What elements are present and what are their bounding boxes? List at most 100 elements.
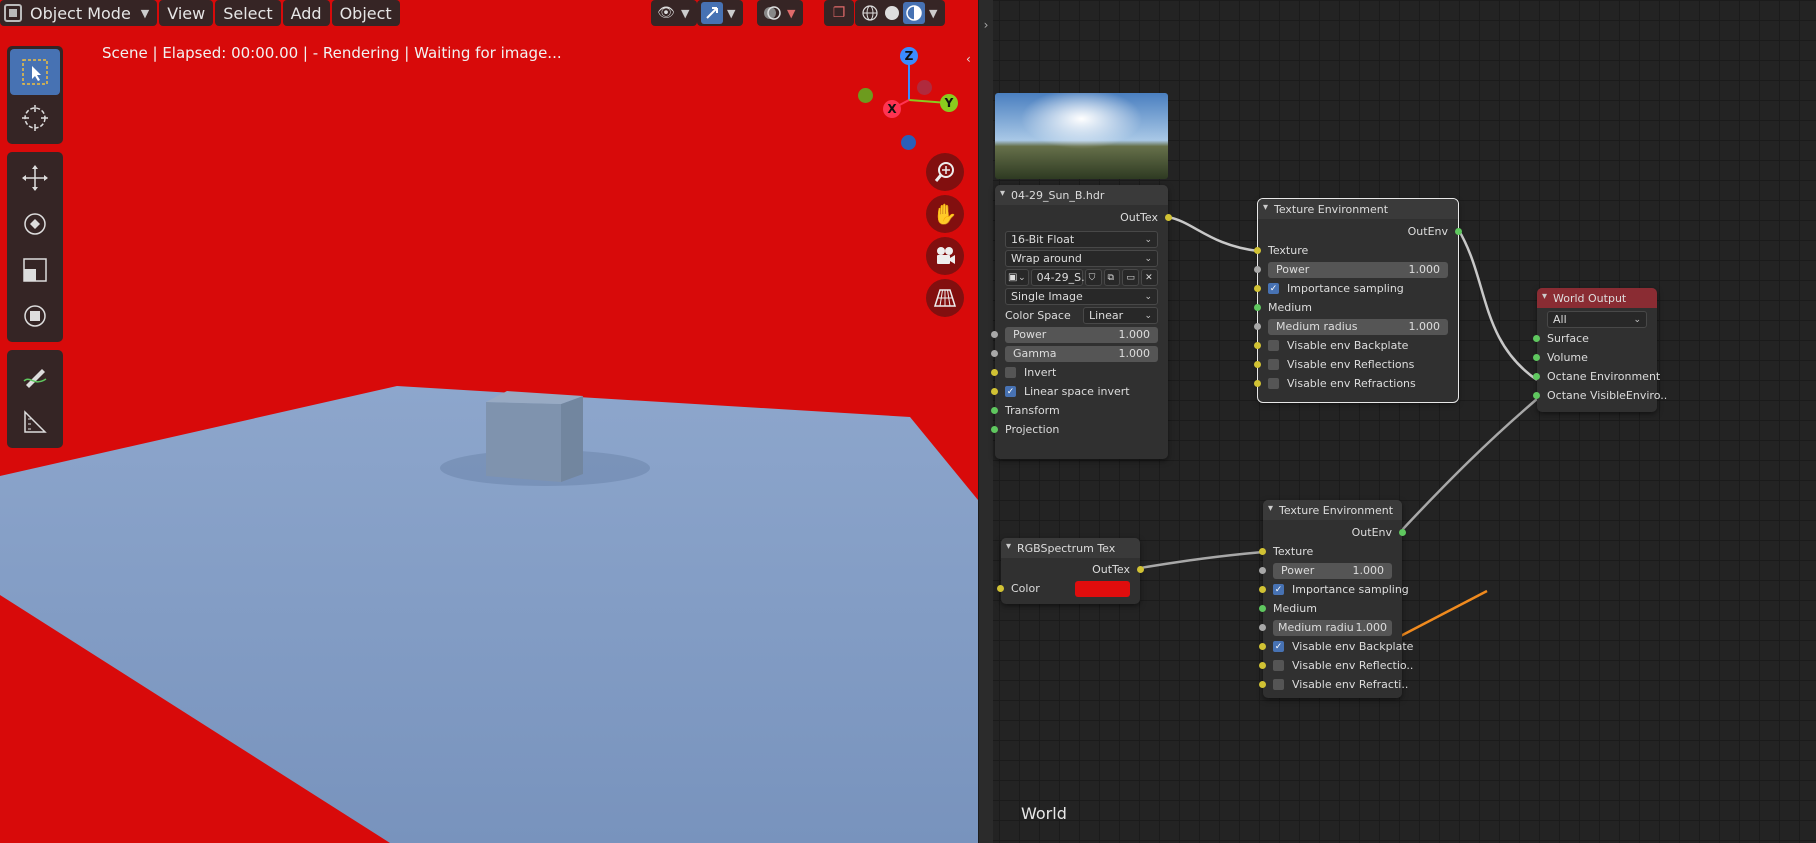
octane-visible-env-socket[interactable] <box>1533 392 1540 399</box>
medium-radius-field[interactable]: Medium radius 1.000 <box>1268 318 1448 335</box>
reflections-checkbox[interactable] <box>1268 359 1279 370</box>
power-socket[interactable] <box>1259 567 1266 574</box>
node-editor[interactable]: › ▾ 04-29_Sun_B.hdr OutTex 16-Bit Float … <box>979 0 1816 843</box>
select-box-icon[interactable] <box>10 49 60 95</box>
texture-socket[interactable] <box>1254 247 1261 254</box>
outtex-socket[interactable] <box>1137 566 1144 573</box>
gizmo-toggle-icon[interactable] <box>701 2 723 24</box>
gamma-field[interactable]: Gamma 1.000 <box>1005 345 1158 362</box>
refractions-socket[interactable] <box>1259 681 1266 688</box>
axis-neg-z-ball[interactable] <box>901 135 916 150</box>
chevron-down-icon[interactable]: ▼ <box>727 7 735 20</box>
backplate-socket[interactable] <box>1259 643 1266 650</box>
navigation-gizmo[interactable]: Z Y X <box>855 45 965 155</box>
medium-radius-socket[interactable] <box>1259 624 1266 631</box>
3d-viewport[interactable]: Scene | Elapsed: 00:00.00 | - Rendering … <box>0 0 978 843</box>
rgb-spectrum-node[interactable]: RGBSpectrum Tex OutTex Color <box>997 538 1144 604</box>
chevron-down-icon[interactable]: ▼ <box>787 7 795 20</box>
cursor-icon[interactable] <box>10 95 60 141</box>
rotate-icon[interactable] <box>10 201 60 247</box>
refractions-checkbox[interactable] <box>1273 679 1284 690</box>
sidebar-toggle-icon[interactable]: ‹ <box>966 52 978 72</box>
folder-icon[interactable]: ▭ <box>1122 269 1140 286</box>
menu-select[interactable]: Select <box>215 0 281 26</box>
axis-neg-x-ball[interactable] <box>917 80 932 95</box>
color-socket[interactable] <box>997 585 1004 592</box>
power-field[interactable]: Power 1.000 <box>1005 326 1158 343</box>
reflections-checkbox[interactable] <box>1273 660 1284 671</box>
menu-object[interactable]: Object <box>331 0 400 26</box>
menu-view[interactable]: View <box>159 0 214 26</box>
close-icon[interactable]: ✕ <box>1141 269 1158 286</box>
annotate-icon[interactable] <box>10 353 60 399</box>
node-title[interactable]: RGBSpectrum Tex <box>1001 538 1140 558</box>
node-title[interactable]: Texture Environment <box>1258 199 1458 219</box>
importance-checkbox[interactable]: ✓ <box>1273 584 1284 595</box>
wrap-mode-select[interactable]: Wrap around ⌄ <box>1005 250 1158 267</box>
texture-environment-node-1[interactable]: Texture Environment OutEnv Texture Power… <box>1254 198 1462 403</box>
backplate-socket[interactable] <box>1254 342 1261 349</box>
image-source-select[interactable]: Single Image ⌄ <box>1005 288 1158 305</box>
image-name-field[interactable]: 04-29_S.. <box>1030 269 1088 286</box>
chevron-down-icon[interactable]: ▼ <box>681 7 689 20</box>
linear-invert-socket[interactable] <box>991 388 998 395</box>
render-target-select[interactable]: All ⌄ <box>1547 311 1647 328</box>
gamma-socket[interactable] <box>991 350 998 357</box>
axis-x-ball[interactable]: X <box>883 100 901 118</box>
scale-icon[interactable] <box>10 247 60 293</box>
wireframe-shading-icon[interactable] <box>859 2 881 24</box>
invert-socket[interactable] <box>991 369 998 376</box>
axis-y-ball[interactable]: Y <box>940 94 958 112</box>
transform-socket[interactable] <box>991 407 998 414</box>
medium-radius-field[interactable]: Medium radiu 1.000 <box>1273 619 1392 636</box>
importance-checkbox[interactable]: ✓ <box>1268 283 1279 294</box>
node-title[interactable]: Texture Environment <box>1263 500 1402 520</box>
node-title[interactable]: World Output <box>1537 288 1657 308</box>
node-editor-toolbar-toggle[interactable]: › <box>979 0 993 843</box>
image-texture-node[interactable]: 04-29_Sun_B.hdr OutTex 16-Bit Float⌄ Wra… <box>991 185 1172 459</box>
surface-socket[interactable] <box>1533 335 1540 342</box>
fake-user-icon[interactable]: ⛉ <box>1084 269 1102 286</box>
power-field[interactable]: Power 1.000 <box>1268 261 1448 278</box>
medium-socket[interactable] <box>1259 605 1266 612</box>
power-field[interactable]: Power 1.000 <box>1273 562 1392 579</box>
backplate-checkbox[interactable]: ✓ <box>1273 641 1284 652</box>
volume-socket[interactable] <box>1533 354 1540 361</box>
linear-invert-checkbox[interactable]: ✓ <box>1005 386 1016 397</box>
menu-add[interactable]: Add <box>282 0 330 26</box>
reflections-socket[interactable] <box>1259 662 1266 669</box>
power-socket[interactable] <box>991 331 998 338</box>
overlay-toggle-icon[interactable] <box>761 2 783 24</box>
axis-neg-y-ball[interactable] <box>858 88 873 103</box>
invert-checkbox[interactable] <box>1005 367 1016 378</box>
bit-depth-select[interactable]: 16-Bit Float ⌄ <box>1005 231 1158 248</box>
octane-environment-socket[interactable] <box>1533 373 1540 380</box>
cube-front[interactable] <box>486 402 561 482</box>
chevron-down-icon[interactable]: ▼ <box>929 7 937 20</box>
texture-environment-node-2[interactable]: Texture Environment OutEnv Texture Power… <box>1259 500 1413 698</box>
color-space-select[interactable]: Linear ⌄ <box>1083 307 1158 324</box>
image-browse-button[interactable]: ▣ ⌄ <box>1005 269 1029 286</box>
projection-socket[interactable] <box>991 426 998 433</box>
power-socket[interactable] <box>1254 266 1261 273</box>
medium-socket[interactable] <box>1254 304 1261 311</box>
measure-icon[interactable] <box>10 399 60 445</box>
node-title[interactable]: 04-29_Sun_B.hdr <box>995 185 1168 205</box>
importance-socket[interactable] <box>1254 285 1261 292</box>
importance-socket[interactable] <box>1259 586 1266 593</box>
medium-radius-socket[interactable] <box>1254 323 1261 330</box>
solid-shading-icon[interactable] <box>881 2 903 24</box>
outenv-socket[interactable] <box>1455 228 1462 235</box>
eye-icon[interactable]: 👁 <box>655 2 677 24</box>
backplate-checkbox[interactable] <box>1268 340 1279 351</box>
rendered-shading-icon[interactable] <box>903 2 925 24</box>
refractions-checkbox[interactable] <box>1268 378 1279 389</box>
camera-icon[interactable] <box>926 237 964 275</box>
zoom-icon[interactable] <box>926 153 964 191</box>
texture-socket[interactable] <box>1259 548 1266 555</box>
pan-hand-icon[interactable]: ✋ <box>926 195 964 233</box>
reflections-socket[interactable] <box>1254 361 1261 368</box>
xray-icon[interactable]: ❐ <box>828 2 850 24</box>
outtex-socket[interactable] <box>1165 214 1172 221</box>
refractions-socket[interactable] <box>1254 380 1261 387</box>
